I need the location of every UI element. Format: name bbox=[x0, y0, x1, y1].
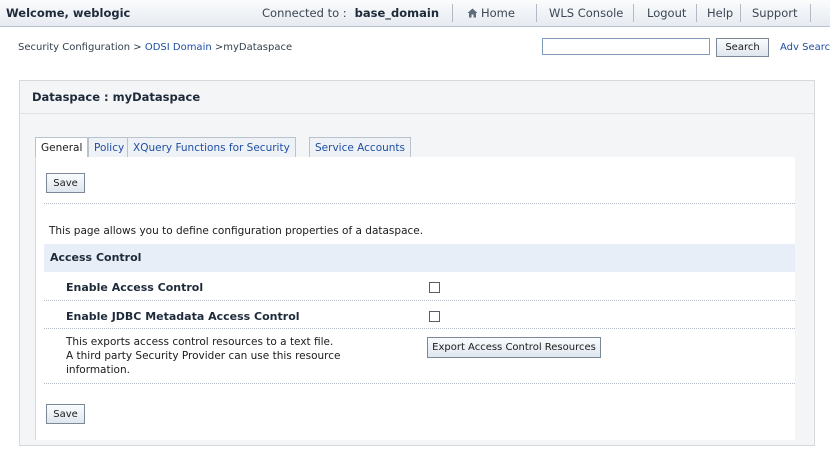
connected-label: Connected to : bbox=[262, 6, 347, 20]
top-bar: Welcome, weblogic Connected to : base_dom… bbox=[0, 0, 830, 27]
page-title: Dataspace : myDataspace bbox=[32, 90, 201, 104]
support-link[interactable]: Support bbox=[752, 0, 797, 26]
enable-jdbc-metadata-checkbox[interactable] bbox=[429, 311, 440, 322]
search-button[interactable]: Search bbox=[716, 38, 769, 57]
breadcrumb-separator: > bbox=[214, 42, 224, 53]
tab-xquery-functions[interactable]: XQuery Functions for Security bbox=[127, 137, 296, 157]
page-description: This page allows you to define configura… bbox=[49, 225, 424, 237]
top-bar-divider bbox=[536, 4, 537, 22]
help-link[interactable]: Help bbox=[707, 0, 733, 26]
wls-console-link[interactable]: WLS Console bbox=[549, 0, 623, 26]
top-bar-divider bbox=[810, 4, 811, 22]
home-link-label: Home bbox=[481, 6, 515, 20]
export-description-line: This exports access control resources to… bbox=[66, 336, 334, 348]
top-bar-divider bbox=[452, 4, 453, 22]
panel-divider bbox=[20, 113, 814, 114]
domain-name: base_domain bbox=[354, 6, 440, 20]
breadcrumb-root: Security Configuration bbox=[18, 42, 131, 53]
top-bar-divider bbox=[633, 4, 634, 22]
tab-policy[interactable]: Policy bbox=[88, 137, 131, 157]
breadcrumb-separator: > bbox=[133, 42, 142, 53]
adv-search-link[interactable]: Adv Search bbox=[780, 42, 830, 53]
tab-service-accounts[interactable]: Service Accounts bbox=[309, 137, 412, 157]
logout-link[interactable]: Logout bbox=[647, 0, 686, 26]
enable-access-control-checkbox[interactable] bbox=[429, 282, 440, 293]
divider bbox=[44, 383, 795, 384]
divider bbox=[44, 203, 795, 204]
breadcrumb-odsi-domain-link[interactable]: ODSI Domain bbox=[145, 42, 212, 53]
export-access-control-button[interactable]: Export Access Control Resources bbox=[427, 337, 601, 358]
export-description-line: information. bbox=[66, 364, 130, 376]
tab-general[interactable]: General bbox=[35, 137, 89, 158]
save-button-bottom[interactable]: Save bbox=[46, 404, 85, 424]
access-control-section-header bbox=[44, 244, 795, 272]
export-description-line: A third party Security Provider can use … bbox=[66, 350, 341, 362]
search-input[interactable] bbox=[542, 38, 710, 55]
save-button-top[interactable]: Save bbox=[46, 173, 85, 193]
section-title: Access Control bbox=[50, 251, 142, 264]
enable-jdbc-metadata-label: Enable JDBC Metadata Access Control bbox=[66, 310, 300, 323]
divider bbox=[44, 328, 795, 329]
top-bar-divider bbox=[740, 4, 741, 22]
home-icon bbox=[467, 8, 478, 18]
welcome-text: Welcome, weblogic bbox=[6, 6, 131, 20]
breadcrumb-current: myDataspace bbox=[223, 42, 293, 53]
dataspace-panel: Dataspace : myDataspace General Policy X… bbox=[19, 80, 815, 446]
divider bbox=[44, 300, 795, 301]
breadcrumb: Security Configuration > ODSI Domain >my… bbox=[18, 42, 292, 53]
export-description: This exports access control resources to… bbox=[66, 335, 366, 377]
top-bar-divider bbox=[696, 4, 697, 22]
home-link[interactable]: Home bbox=[467, 0, 515, 26]
enable-access-control-label: Enable Access Control bbox=[66, 281, 204, 294]
general-tab-content: Save This page allows you to define conf… bbox=[35, 157, 795, 440]
connection-status: Connected to : base_domain bbox=[262, 0, 439, 26]
